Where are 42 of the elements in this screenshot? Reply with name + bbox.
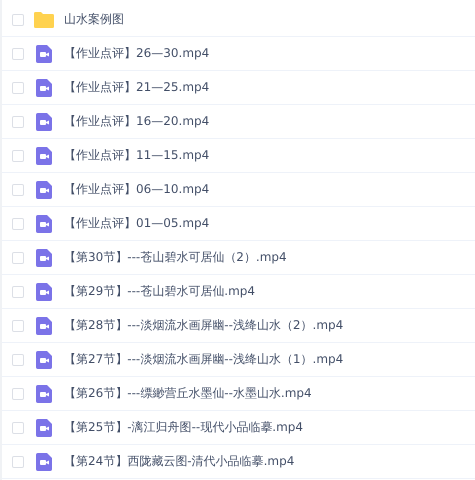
video-file-icon <box>36 248 52 266</box>
checkbox[interactable] <box>12 286 24 298</box>
video-file-icon <box>36 214 52 232</box>
folder-icon <box>34 12 54 28</box>
checkbox[interactable] <box>12 422 24 434</box>
checkbox[interactable] <box>12 218 24 230</box>
file-name[interactable]: 【第26节】---缥緲营丘水墨仙--水墨山水.mp4 <box>64 385 312 402</box>
file-name[interactable]: 【作业点评】26—30.mp4 <box>64 45 210 62</box>
folder-name[interactable]: 山水案例图 <box>64 11 124 28</box>
file-name[interactable]: 【第30节】---苍山碧水可居仙（2）.mp4 <box>64 249 287 266</box>
checkbox[interactable] <box>12 116 24 128</box>
video-file-icon <box>36 44 52 62</box>
checkbox[interactable] <box>12 14 24 26</box>
checkbox[interactable] <box>12 456 24 468</box>
file-name[interactable]: 【作业点评】11—15.mp4 <box>64 147 210 164</box>
checkbox[interactable] <box>12 184 24 196</box>
video-file-icon <box>36 112 52 130</box>
checkbox[interactable] <box>12 252 24 264</box>
checkbox[interactable] <box>12 388 24 400</box>
checkbox[interactable] <box>12 354 24 366</box>
checkbox[interactable] <box>12 48 24 60</box>
file-name[interactable]: 【作业点评】21—25.mp4 <box>64 79 210 96</box>
video-file-icon <box>36 452 52 470</box>
video-file-icon <box>36 418 52 436</box>
checkbox[interactable] <box>12 82 24 94</box>
video-file-icon <box>36 282 52 300</box>
video-file-icon <box>36 78 52 96</box>
file-name[interactable]: 【第27节】---淡烟流水画屏幽--浅绛山水（1）.mp4 <box>64 351 344 368</box>
file-name[interactable]: 【作业点评】16—20.mp4 <box>64 113 210 130</box>
file-name[interactable]: 【第29节】---苍山碧水可居仙.mp4 <box>64 283 256 300</box>
video-file-icon <box>36 384 52 402</box>
video-file-icon <box>36 146 52 164</box>
checkbox[interactable] <box>12 150 24 162</box>
video-file-icon <box>36 180 52 198</box>
file-name[interactable]: 【作业点评】06—10.mp4 <box>64 181 210 198</box>
video-file-icon <box>36 350 52 368</box>
file-name[interactable]: 【作业点评】01—05.mp4 <box>64 215 210 232</box>
video-file-icon <box>36 316 52 334</box>
file-name[interactable]: 【第24节】西陇藏云图-清代小品临摹.mp4 <box>64 453 294 470</box>
file-name[interactable]: 【第25节】-漓江归舟图--现代小品临摹.mp4 <box>64 419 304 436</box>
checkbox[interactable] <box>12 320 24 332</box>
file-name[interactable]: 【第28节】---淡烟流水画屏幽--浅绛山水（2）.mp4 <box>64 317 344 334</box>
